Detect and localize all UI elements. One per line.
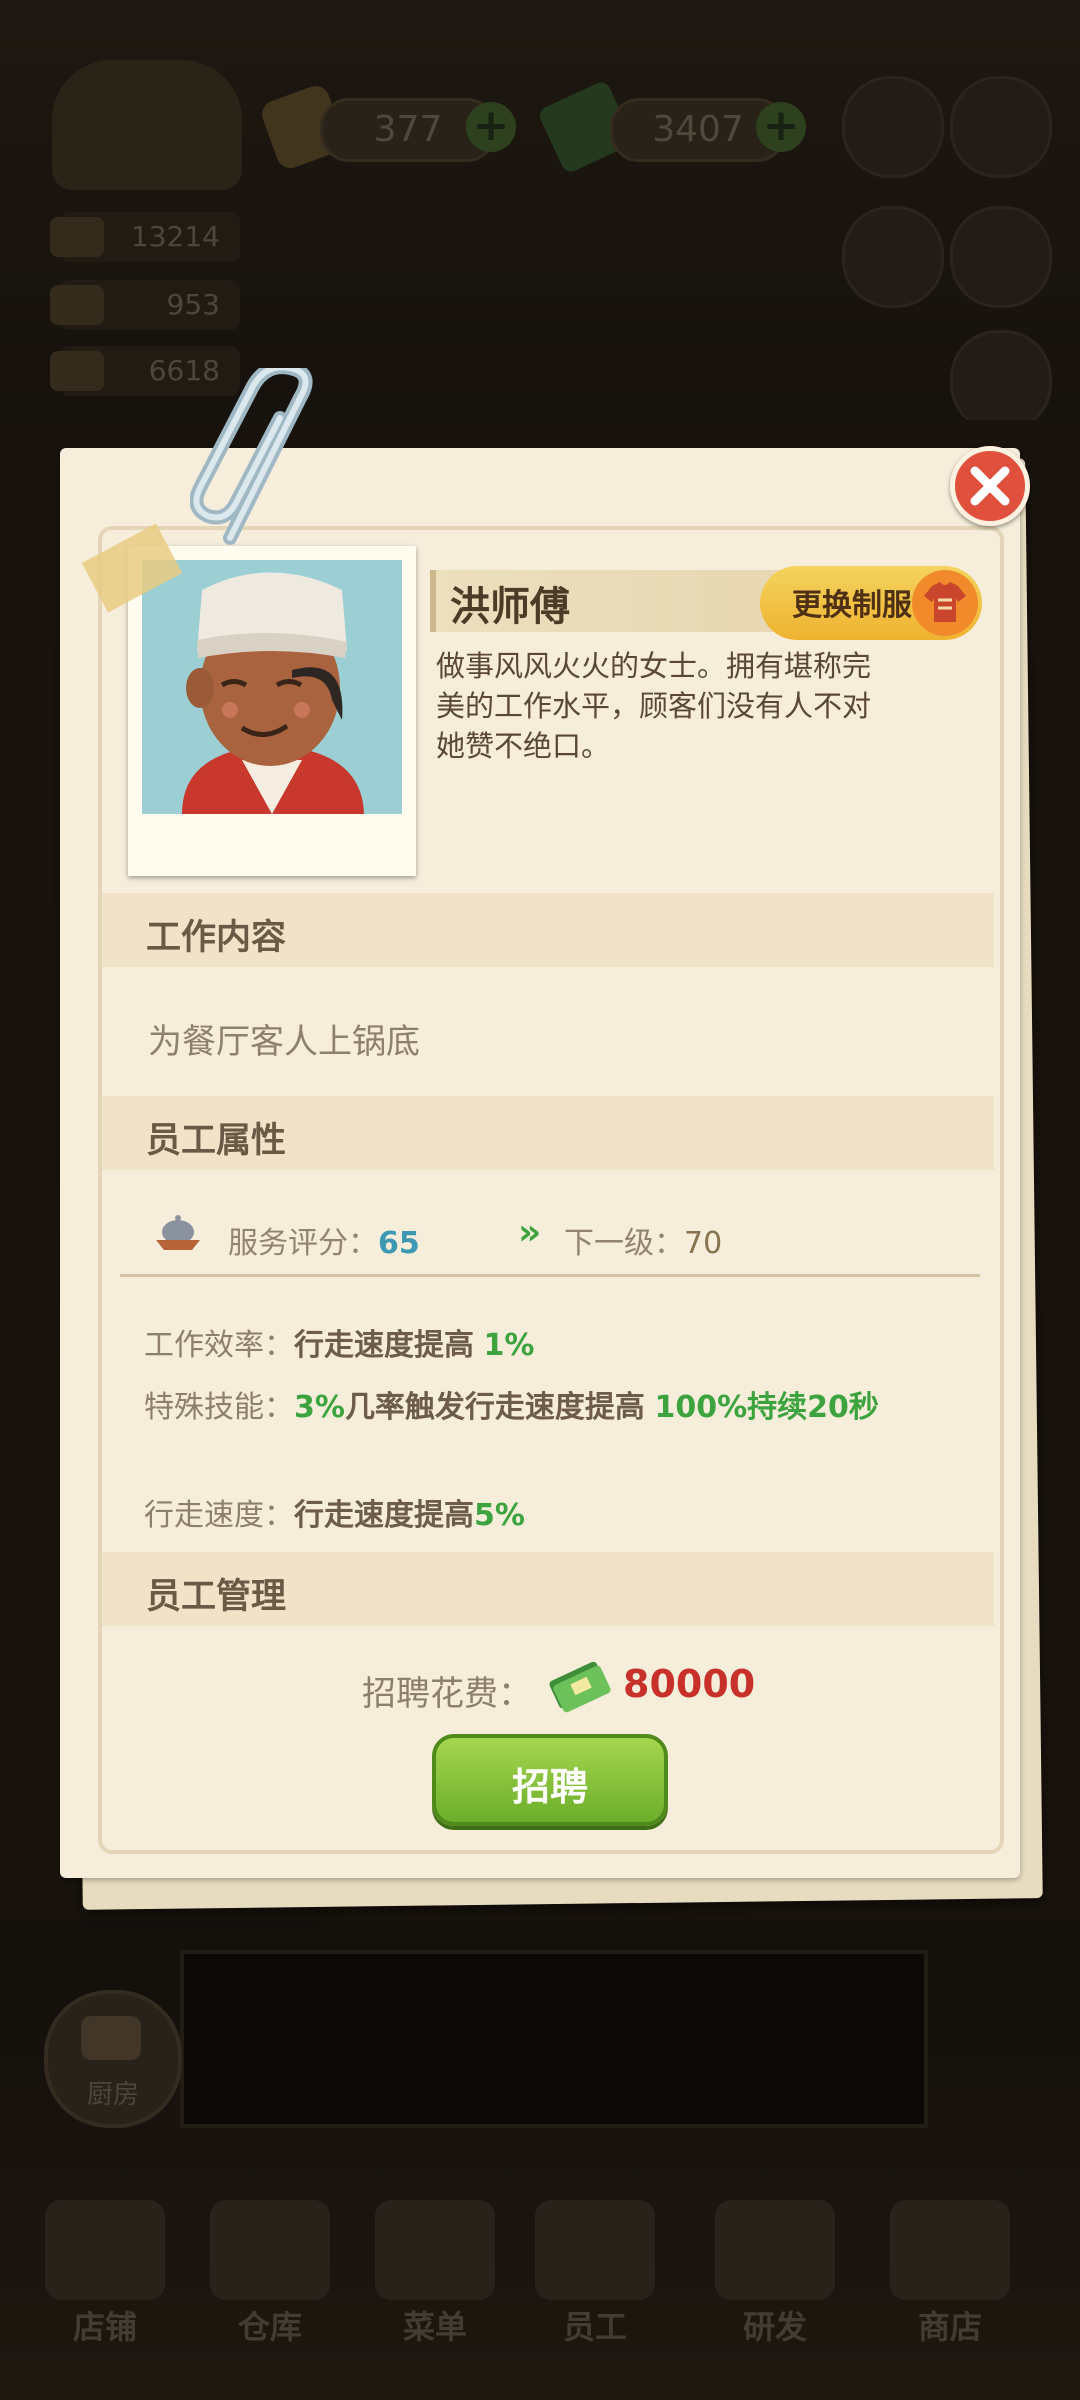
staff-description: 做事风风火火的女士。拥有堪称完美的工作水平，顾客们没有人不对她赞不绝口。 — [436, 649, 872, 763]
hire-cost-value: 80000 — [623, 1662, 756, 1706]
close-button[interactable] — [950, 446, 1030, 526]
staff-portrait-frame — [128, 546, 416, 876]
paperclip-icon — [190, 368, 313, 545]
hire-button[interactable]: 招聘 — [432, 1734, 668, 1826]
special-skill: 特殊技能：3%几率触发行走速度提高 100%持续20秒 — [144, 1390, 879, 1425]
cash-stack-icon — [544, 1654, 614, 1714]
shirt-icon — [912, 570, 978, 636]
attribute-divider — [120, 1274, 980, 1277]
section-staff-management: 员工管理 — [102, 1552, 994, 1626]
paper-sheet: 洪师傅 更换制服 做事风风火火的女士。拥有堪称完美的工作水平，顾客们没有人不对她… — [60, 448, 1020, 1878]
staff-portrait — [142, 560, 402, 814]
double-chevron-icon: » — [518, 1212, 542, 1253]
service-rating: 服务评分：65 — [228, 1226, 420, 1261]
staff-name: 洪师傅 — [450, 584, 570, 630]
service-rating-icon — [152, 1210, 204, 1254]
section-job-content: 工作内容 — [102, 893, 994, 967]
close-icon — [970, 466, 1010, 506]
walk-speed: 行走速度：行走速度提高5% — [144, 1498, 525, 1533]
change-uniform-button[interactable]: 更换制服 — [760, 566, 982, 640]
chef-avatar-icon — [182, 572, 364, 814]
job-content-text: 为餐厅客人上锅底 — [148, 1022, 420, 1062]
name-banner: 洪师傅 — [430, 570, 806, 632]
work-efficiency: 工作效率：行走速度提高 1% — [144, 1328, 535, 1363]
next-level: 下一级：70 — [564, 1226, 723, 1261]
staff-detail-dialog: 洪师傅 更换制服 做事风风火火的女士。拥有堪称完美的工作水平，顾客们没有人不对她… — [60, 368, 1043, 1910]
hire-cost-label: 招聘花费： — [362, 1674, 532, 1714]
section-staff-attributes: 员工属性 — [102, 1096, 994, 1170]
